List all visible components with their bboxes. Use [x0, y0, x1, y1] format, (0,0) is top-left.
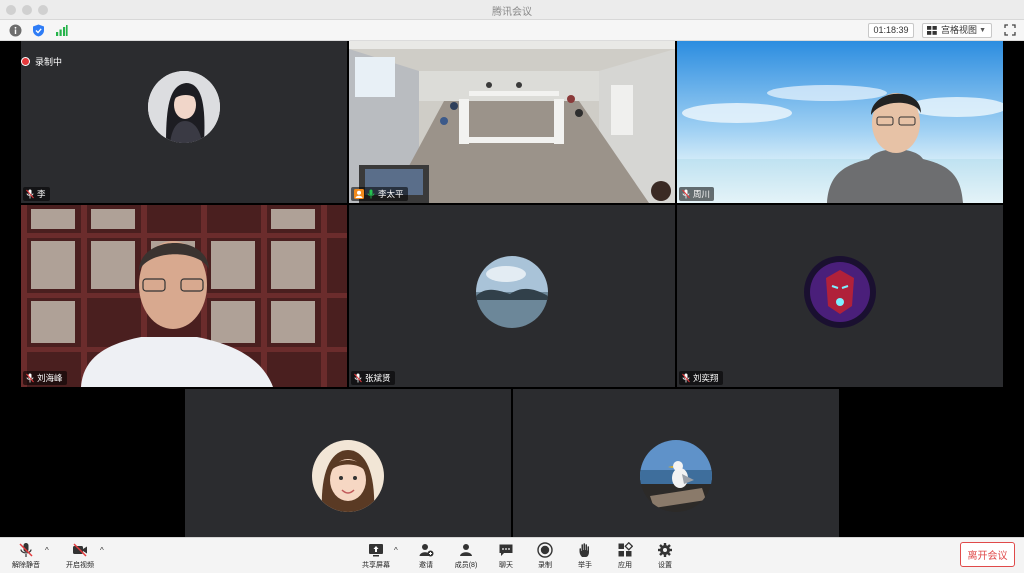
participant-tile[interactable]: 刘奕翔 [677, 205, 1003, 387]
avatar [148, 71, 220, 143]
participant-tile[interactable]: 录制中 李 [21, 41, 347, 203]
unmute-button[interactable]: 解除静音 [8, 542, 44, 572]
share-options-chevron-icon[interactable]: ^ [394, 546, 398, 555]
apps-label: 应用 [618, 562, 632, 569]
record-button[interactable]: 录制 [527, 542, 563, 572]
participant-name: 李 [37, 189, 46, 199]
members-button[interactable]: 成员(8) [448, 542, 484, 572]
participant-tile[interactable] [513, 389, 839, 537]
mic-muted-icon [19, 543, 33, 557]
chat-button[interactable]: 聊天 [488, 542, 524, 572]
raise-hand-button[interactable]: 举手 [567, 542, 603, 572]
mic-muted-icon [354, 373, 362, 383]
participant-nameplate: 刘海峰 [23, 371, 67, 385]
bookshelf-video-feed [21, 205, 347, 387]
meeting-timer: 01:18:39 [868, 23, 914, 38]
info-icon[interactable] [9, 24, 22, 37]
participant-name: 刘海峰 [37, 373, 63, 383]
participant-nameplate: 周川 [679, 187, 715, 201]
apps-button[interactable]: 应用 [607, 542, 643, 572]
participant-tile[interactable]: 刘海峰 [21, 205, 347, 387]
view-mode-label: 宫格视图 [941, 25, 978, 35]
avatar [640, 440, 712, 512]
fullscreen-icon[interactable] [1004, 24, 1016, 36]
share-screen-label: 共享屏幕 [362, 562, 390, 569]
video-grid: 录制中 李 李太平 周川 刘海峰 张斌贤 刘奕翔 [0, 41, 1024, 537]
participant-name: 周川 [693, 189, 711, 199]
participant-nameplate: 李 [23, 187, 50, 201]
mic-muted-icon [682, 373, 690, 383]
window-title: 腾讯会议 [492, 7, 532, 18]
participant-nameplate: 张斌贤 [351, 371, 395, 385]
start-video-label: 开启视频 [66, 562, 94, 569]
participant-tile[interactable] [185, 389, 511, 537]
raise-hand-label: 举手 [578, 562, 592, 569]
recording-label: 录制中 [35, 57, 63, 67]
participant-name: 刘奕翔 [693, 373, 719, 383]
participant-tile[interactable]: 张斌贤 [349, 205, 675, 387]
add-person-icon [419, 544, 434, 557]
invite-button[interactable]: 邀请 [408, 542, 444, 572]
participant-tile-active-speaker[interactable]: 李太平 [349, 41, 675, 203]
avatar [476, 256, 548, 328]
camera-off-icon [73, 543, 87, 557]
members-label: 成员(8) [454, 562, 478, 569]
apps-icon [618, 542, 633, 557]
shield-icon[interactable] [32, 24, 45, 37]
record-icon [537, 542, 553, 558]
avatar [312, 440, 384, 512]
unmute-label: 解除静音 [12, 562, 40, 569]
mic-active-icon [367, 189, 375, 199]
share-screen-icon [369, 544, 383, 557]
start-video-button[interactable]: 开启视频 [62, 542, 98, 572]
participant-nameplate: 李太平 [351, 187, 408, 201]
grid-view-icon [927, 26, 937, 35]
mic-muted-icon [26, 189, 34, 199]
record-dot-icon [22, 58, 29, 65]
record-label: 录制 [538, 562, 552, 569]
settings-label: 设置 [658, 562, 672, 569]
chevron-down-icon: ▼ [979, 27, 986, 34]
meeting-toolbar: 01:18:39 宫格视图 ▼ [0, 20, 1024, 41]
view-mode-select[interactable]: 宫格视图 ▼ [922, 23, 992, 38]
gear-icon [658, 543, 672, 557]
mic-muted-icon [26, 373, 34, 383]
share-screen-button[interactable]: 共享屏幕 [358, 542, 394, 572]
chat-icon [499, 544, 513, 556]
chat-label: 聊天 [499, 562, 513, 569]
mic-muted-icon [682, 189, 690, 199]
avatar [804, 256, 876, 328]
host-icon [354, 189, 364, 199]
classroom-video-feed [349, 41, 675, 203]
invite-label: 邀请 [419, 562, 433, 569]
participant-nameplate: 刘奕翔 [679, 371, 723, 385]
settings-button[interactable]: 设置 [647, 542, 683, 572]
meeting-control-bar: 解除静音 ^ 开启视频 ^ 共享屏幕 ^ 邀请 成员(8) 聊天 录制 举手 应… [0, 537, 1024, 573]
audio-options-chevron-icon[interactable]: ^ [45, 546, 49, 555]
window-titlebar: 腾讯会议 [0, 0, 1024, 20]
members-icon [460, 544, 472, 556]
participant-tile[interactable]: 周川 [677, 41, 1003, 203]
recording-indicator: 录制中 [21, 55, 62, 68]
video-options-chevron-icon[interactable]: ^ [100, 546, 104, 555]
hand-icon [579, 543, 589, 557]
signal-strength-icon[interactable] [55, 24, 68, 37]
participant-name: 李太平 [378, 189, 404, 199]
virtual-background-ocean [677, 41, 1003, 203]
participant-name: 张斌贤 [365, 373, 391, 383]
leave-meeting-button[interactable]: 离开会议 [960, 542, 1015, 567]
